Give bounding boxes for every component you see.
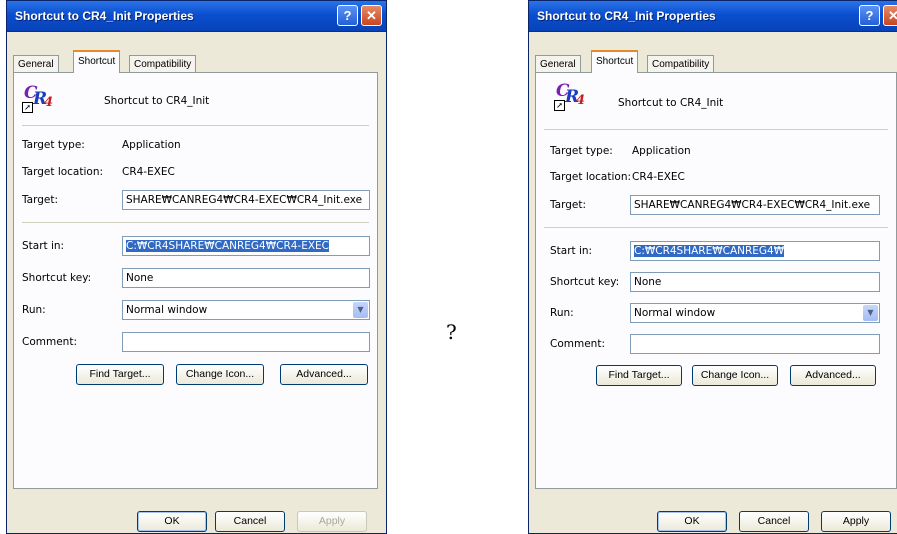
target-input-value: SHARE₩CANREG4₩CR4-EXEC₩CR4_Init.exe (634, 199, 871, 211)
tab-shortcut[interactable]: Shortcut (73, 50, 121, 73)
shortcut-key-input[interactable]: None (630, 272, 880, 292)
run-label: Run: (550, 307, 574, 319)
separator (544, 227, 888, 228)
target-input-value: SHARE₩CANREG4₩CR4-EXEC₩CR4_Init.exe (126, 194, 363, 206)
shortcut-panel: C R 4 ↗ Shortcut to CR4_Init Target type: A… (13, 72, 378, 489)
run-select[interactable]: Normal window ▼ (122, 300, 370, 320)
separator (22, 222, 369, 223)
target-location-label: Target location: (22, 166, 104, 178)
window-title: Shortcut to CR4_Init Properties (537, 9, 716, 23)
cancel-button[interactable]: Cancel (215, 511, 285, 532)
run-label: Run: (22, 304, 46, 316)
target-input[interactable]: SHARE₩CANREG4₩CR4-EXEC₩CR4_Init.exe (122, 190, 370, 210)
shortcut-arrow-icon: ↗ (554, 100, 565, 111)
help-button[interactable]: ? (859, 5, 880, 26)
cr4-app-icon: C R 4 ↗ (22, 83, 54, 113)
title-bar[interactable]: Shortcut to CR4_Init Properties ? ✕ (7, 1, 386, 32)
tab-general[interactable]: General (13, 55, 59, 73)
start-in-label: Start in: (550, 245, 593, 257)
start-in-input[interactable]: C:₩CR4SHARE₩CANREG4₩ (630, 241, 880, 261)
window-title: Shortcut to CR4_Init Properties (15, 9, 194, 23)
chevron-down-icon[interactable]: ▼ (353, 302, 368, 318)
separator (544, 129, 888, 130)
tab-compatibility[interactable]: Compatibility (647, 55, 715, 73)
help-icon: ? (343, 8, 352, 23)
target-type-value: Application (632, 145, 691, 157)
close-icon: ✕ (366, 8, 377, 23)
ok-button[interactable]: OK (657, 511, 727, 532)
properties-dialog-right: Shortcut to CR4_Init Properties ? ✕ Gene… (528, 0, 897, 534)
shortcut-name: Shortcut to CR4_Init (618, 97, 724, 109)
ok-button[interactable]: OK (137, 511, 207, 532)
shortcut-arrow-icon: ↗ (22, 102, 33, 113)
shortcut-key-label: Shortcut key: (22, 272, 92, 284)
question-mark: ? (446, 320, 457, 344)
advanced-button[interactable]: Advanced... (790, 365, 876, 386)
run-select-value: Normal window (126, 304, 208, 316)
target-input[interactable]: SHARE₩CANREG4₩CR4-EXEC₩CR4_Init.exe (630, 195, 880, 215)
title-bar[interactable]: Shortcut to CR4_Init Properties ? ✕ (529, 1, 897, 32)
comment-input[interactable] (630, 334, 880, 354)
find-target-button[interactable]: Find Target... (596, 365, 682, 386)
start-in-label: Start in: (22, 240, 65, 252)
target-location-label: Target location: (550, 171, 632, 183)
separator (22, 125, 369, 126)
cancel-button[interactable]: Cancel (739, 511, 809, 532)
properties-dialog-left: Shortcut to CR4_Init Properties ? ✕ Gene… (6, 0, 387, 534)
chevron-down-icon[interactable]: ▼ (863, 305, 878, 321)
cr4-app-icon: C R 4 ↗ (554, 81, 586, 111)
comment-input[interactable] (122, 332, 370, 352)
start-in-input-value: C:₩CR4SHARE₩CANREG4₩ (634, 245, 785, 257)
tab-compatibility[interactable]: Compatibility (129, 55, 197, 73)
change-icon-button[interactable]: Change Icon... (176, 364, 264, 385)
shortcut-name: Shortcut to CR4_Init (104, 95, 210, 107)
close-icon: ✕ (888, 8, 897, 23)
shortcut-key-label: Shortcut key: (550, 276, 620, 288)
help-icon: ? (865, 8, 874, 23)
change-icon-button[interactable]: Change Icon... (692, 365, 778, 386)
target-label: Target: (22, 194, 59, 206)
find-target-button[interactable]: Find Target... (76, 364, 164, 385)
apply-button: Apply (297, 511, 367, 532)
run-select[interactable]: Normal window ▼ (630, 303, 880, 323)
advanced-button[interactable]: Advanced... (280, 364, 368, 385)
tab-general[interactable]: General (535, 55, 581, 73)
comment-label: Comment: (550, 338, 605, 350)
target-type-value: Application (122, 139, 181, 151)
close-button[interactable]: ✕ (361, 5, 382, 26)
target-label: Target: (550, 199, 587, 211)
target-location-value: CR4-EXEC (632, 171, 685, 183)
target-location-value: CR4-EXEC (122, 166, 175, 178)
tab-shortcut[interactable]: Shortcut (591, 50, 639, 73)
apply-button[interactable]: Apply (821, 511, 891, 532)
target-type-label: Target type: (22, 139, 85, 151)
shortcut-key-value: None (634, 276, 662, 288)
start-in-input[interactable]: C:₩CR4SHARE₩CANREG4₩CR4-EXEC (122, 236, 370, 256)
help-button[interactable]: ? (337, 5, 358, 26)
run-select-value: Normal window (634, 307, 716, 319)
shortcut-panel: C R 4 ↗ Shortcut to CR4_Init Target type: A… (535, 72, 897, 489)
target-type-label: Target type: (550, 145, 613, 157)
start-in-input-value: C:₩CR4SHARE₩CANREG4₩CR4-EXEC (126, 240, 330, 252)
shortcut-key-value: None (126, 272, 154, 284)
comment-label: Comment: (22, 336, 77, 348)
shortcut-key-input[interactable]: None (122, 268, 370, 288)
close-button[interactable]: ✕ (883, 5, 897, 26)
